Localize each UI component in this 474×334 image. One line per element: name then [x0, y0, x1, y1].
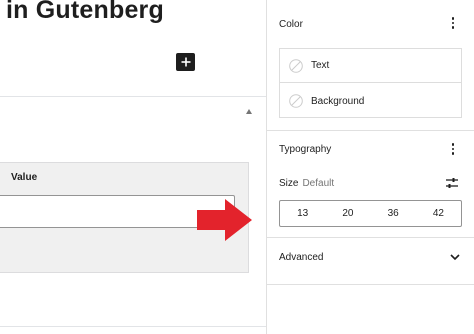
panel-divider — [0, 96, 266, 97]
font-size-option[interactable]: 42 — [416, 201, 461, 226]
font-size-label: Size — [279, 178, 299, 189]
block-inserter-button[interactable] — [176, 53, 195, 71]
no-color-swatch-icon — [289, 58, 303, 73]
editor-canvas: in Gutenberg Value — [0, 0, 266, 334]
color-item-text[interactable]: Text — [280, 49, 461, 83]
plus-icon — [181, 57, 190, 67]
panel-divider — [267, 237, 474, 238]
settings-sidebar: Color Text Background Typography Size De… — [266, 0, 474, 334]
collapse-up-icon[interactable] — [246, 109, 252, 114]
font-size-option[interactable]: 20 — [325, 201, 370, 226]
color-options-menu-icon[interactable] — [451, 17, 455, 29]
panel-divider — [0, 326, 266, 327]
table-header-value: Value — [11, 172, 38, 183]
annotation-arrow-icon — [195, 197, 255, 243]
color-settings-list: Text Background — [279, 48, 462, 118]
color-item-label: Background — [311, 95, 365, 107]
panel-divider — [267, 284, 474, 285]
font-size-header: Size Default — [279, 178, 334, 189]
chevron-down-icon[interactable] — [450, 253, 460, 261]
custom-size-settings-icon[interactable] — [445, 176, 459, 190]
panel-divider — [267, 130, 474, 131]
color-panel-title: Color — [279, 19, 303, 30]
font-size-option[interactable]: 13 — [280, 201, 325, 226]
advanced-panel-toggle[interactable]: Advanced — [279, 252, 323, 263]
color-item-label: Text — [311, 60, 330, 71]
color-item-background[interactable]: Background — [280, 84, 461, 118]
typography-panel-title: Typography — [279, 144, 332, 155]
no-color-swatch-icon — [289, 94, 303, 108]
font-size-current-value: Default — [302, 178, 335, 189]
typography-options-menu-icon[interactable] — [451, 143, 455, 155]
font-size-picker: 13 20 36 42 — [279, 200, 462, 227]
post-title[interactable]: in Gutenberg — [6, 0, 164, 25]
font-size-option[interactable]: 36 — [371, 201, 416, 226]
